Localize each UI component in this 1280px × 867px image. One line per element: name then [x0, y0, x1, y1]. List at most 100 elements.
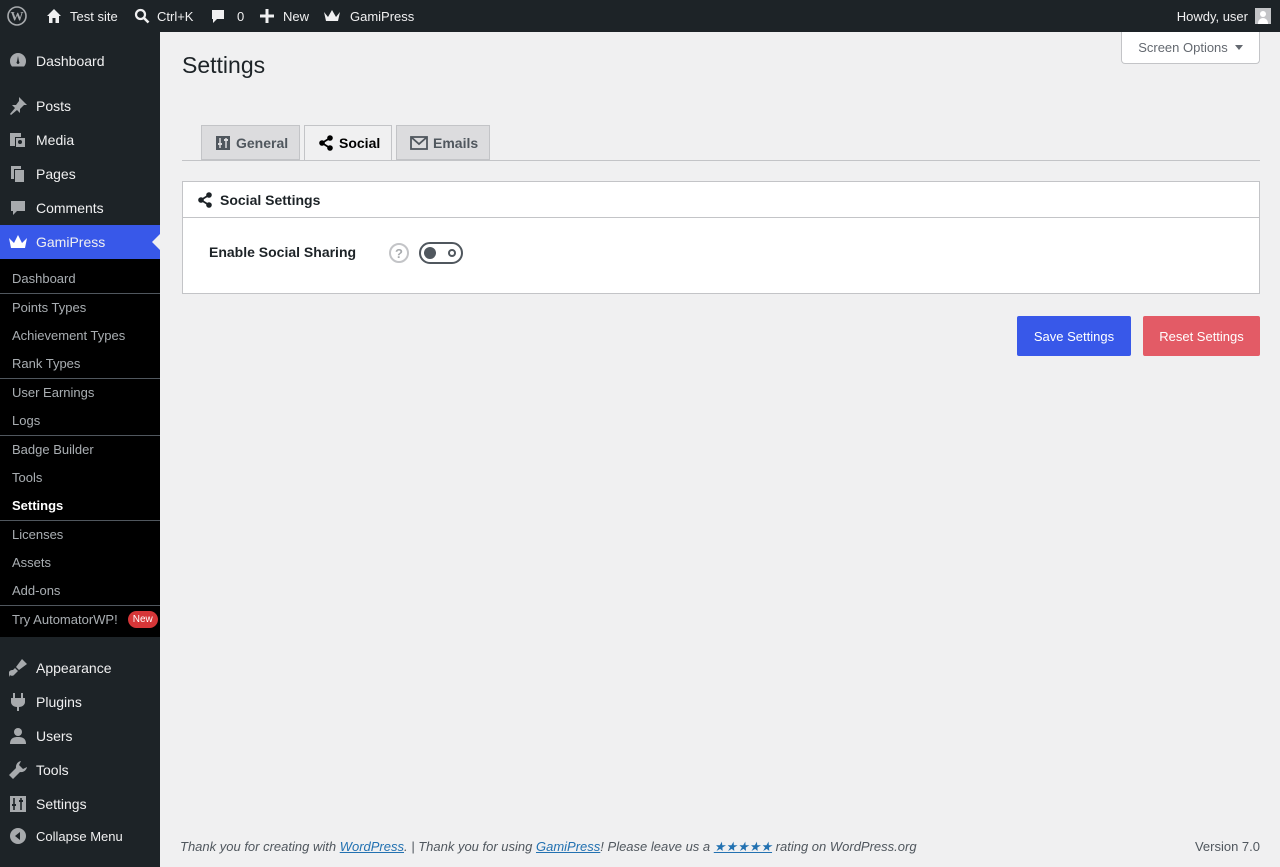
wordpress-link[interactable]: WordPress — [340, 839, 404, 854]
menu-tools[interactable]: Tools — [0, 753, 160, 787]
new-label: New — [283, 8, 310, 24]
submenu-licenses-label: Licenses — [12, 526, 64, 542]
menu-users[interactable]: Users — [0, 719, 160, 753]
search-shortcut-label: Ctrl+K — [157, 8, 194, 24]
gamipress-link[interactable]: GamiPress — [536, 839, 600, 854]
menu-settings[interactable]: Settings — [0, 787, 160, 821]
page-title: Settings — [182, 52, 266, 78]
avatar — [1255, 8, 1271, 24]
footer-text: ! Please leave us a — [600, 839, 714, 854]
submenu-assets[interactable]: Assets — [0, 548, 160, 576]
gamipress-submenu: Dashboard Points Types Achievement Types… — [0, 259, 160, 637]
enable-social-sharing-label: Enable Social Sharing — [209, 244, 357, 260]
gamipress-adminbar-link[interactable]: GamiPress — [322, 0, 414, 32]
social-settings-title: Social Settings — [220, 191, 321, 208]
admin-menu: Dashboard Posts Media Pages Comments Gam… — [0, 32, 160, 867]
collapse-menu-button[interactable]: Collapse Menu — [0, 819, 160, 853]
submenu-tools[interactable]: Tools — [0, 463, 160, 491]
paintbrush-icon — [0, 651, 36, 685]
submenu-badge-builder[interactable]: Badge Builder — [0, 435, 160, 463]
enable-social-sharing-toggle[interactable] — [419, 242, 463, 264]
submenu-settings-label: Settings — [12, 497, 64, 513]
submenu-logs[interactable]: Logs — [0, 406, 160, 434]
menu-tools-label: Tools — [36, 762, 69, 778]
submenu-try-automatorwp-label: Try AutomatorWP! — [12, 611, 118, 627]
crown-icon — [0, 225, 36, 259]
menu-pages[interactable]: Pages — [0, 157, 160, 191]
submenu-add-ons-label: Add-ons — [12, 582, 61, 598]
tab-social-label: Social — [339, 135, 381, 151]
site-name: Test site — [70, 8, 118, 24]
rating-stars-link[interactable]: ★★★★★ — [714, 839, 772, 854]
comments-link[interactable]: 0 — [208, 0, 244, 32]
toggle-knob — [424, 247, 436, 259]
admin-bar: W Test site Ctrl+K 0 New GamiPress Howdy… — [0, 0, 1280, 32]
social-settings-header: Social Settings — [183, 182, 1259, 218]
submenu-dashboard[interactable]: Dashboard — [0, 264, 160, 292]
menu-media[interactable]: Media — [0, 123, 160, 157]
footer-text: rating on WordPress.org — [772, 839, 917, 854]
submenu-add-ons[interactable]: Add-ons — [0, 576, 160, 604]
new-badge: New — [127, 610, 158, 628]
caret-down-icon — [1234, 45, 1243, 50]
collapse-menu-label: Collapse Menu — [36, 828, 123, 844]
screen-options-label: Screen Options — [1138, 40, 1228, 55]
share-icon — [319, 135, 333, 151]
menu-dashboard[interactable]: Dashboard — [0, 44, 160, 78]
tab-general[interactable]: General — [201, 125, 301, 160]
save-settings-button[interactable]: Save Settings — [1017, 316, 1131, 356]
footer-text: Thank you for creating with — [180, 839, 340, 854]
submenu-rank-types[interactable]: Rank Types — [0, 349, 160, 377]
footer-thankyou: Thank you for creating with WordPress. |… — [180, 839, 917, 855]
home-icon — [44, 6, 64, 26]
tab-social[interactable]: Social — [304, 125, 393, 161]
reset-settings-button[interactable]: Reset Settings — [1143, 316, 1260, 356]
my-account[interactable]: Howdy, user — [1177, 0, 1271, 32]
tab-emails-label: Emails — [433, 134, 479, 151]
menu-gamipress[interactable]: GamiPress — [0, 225, 160, 259]
submenu-points-types-label: Points Types — [12, 299, 87, 315]
site-name-link[interactable]: Test site — [44, 0, 118, 32]
svg-text:W: W — [11, 9, 24, 24]
submenu-try-automatorwp[interactable]: Try AutomatorWP! New — [0, 605, 160, 633]
search-icon — [132, 6, 152, 26]
submenu-points-types[interactable]: Points Types — [0, 293, 160, 321]
search-shortcut[interactable]: Ctrl+K — [132, 0, 193, 32]
gamipress-label: GamiPress — [350, 8, 415, 24]
menu-posts[interactable]: Posts — [0, 89, 160, 123]
plugin-icon — [0, 685, 36, 719]
menu-comments[interactable]: Comments — [0, 191, 160, 225]
menu-plugins[interactable]: Plugins — [0, 685, 160, 719]
footer-version: Version 7.0 — [1194, 839, 1260, 854]
menu-plugins-label: Plugins — [36, 694, 82, 710]
new-content-link[interactable]: New — [257, 0, 309, 32]
submenu-logs-label: Logs — [12, 412, 41, 428]
submenu-dashboard-label: Dashboard — [12, 270, 76, 286]
menu-posts-label: Posts — [36, 98, 72, 114]
menu-pages-label: Pages — [36, 166, 76, 182]
wrench-icon — [0, 753, 36, 787]
tab-divider — [182, 160, 1260, 161]
wordpress-logo-icon[interactable]: W — [7, 0, 27, 32]
menu-media-label: Media — [36, 132, 75, 148]
menu-settings-label: Settings — [36, 796, 87, 812]
submenu-user-earnings[interactable]: User Earnings — [0, 378, 160, 406]
toggle-off-indicator — [448, 249, 456, 257]
menu-appearance[interactable]: Appearance — [0, 651, 160, 685]
screen-options-button[interactable]: Screen Options — [1121, 32, 1260, 64]
submenu-settings[interactable]: Settings — [0, 491, 160, 519]
comment-icon — [208, 6, 228, 26]
comments-count: 0 — [237, 8, 245, 24]
submenu-achievement-types[interactable]: Achievement Types — [0, 321, 160, 349]
user-icon — [0, 719, 36, 753]
menu-gamipress-label: GamiPress — [36, 234, 106, 250]
submenu-licenses[interactable]: Licenses — [0, 520, 160, 548]
pin-icon — [0, 89, 36, 123]
tab-emails[interactable]: Emails — [396, 125, 491, 160]
submenu-badge-builder-label: Badge Builder — [12, 441, 94, 457]
help-icon[interactable]: ? — [389, 243, 409, 263]
submenu-assets-label: Assets — [12, 554, 52, 570]
submenu-achievement-types-label: Achievement Types — [12, 327, 126, 343]
collapse-icon — [0, 819, 36, 853]
tab-general-label: General — [236, 134, 289, 151]
